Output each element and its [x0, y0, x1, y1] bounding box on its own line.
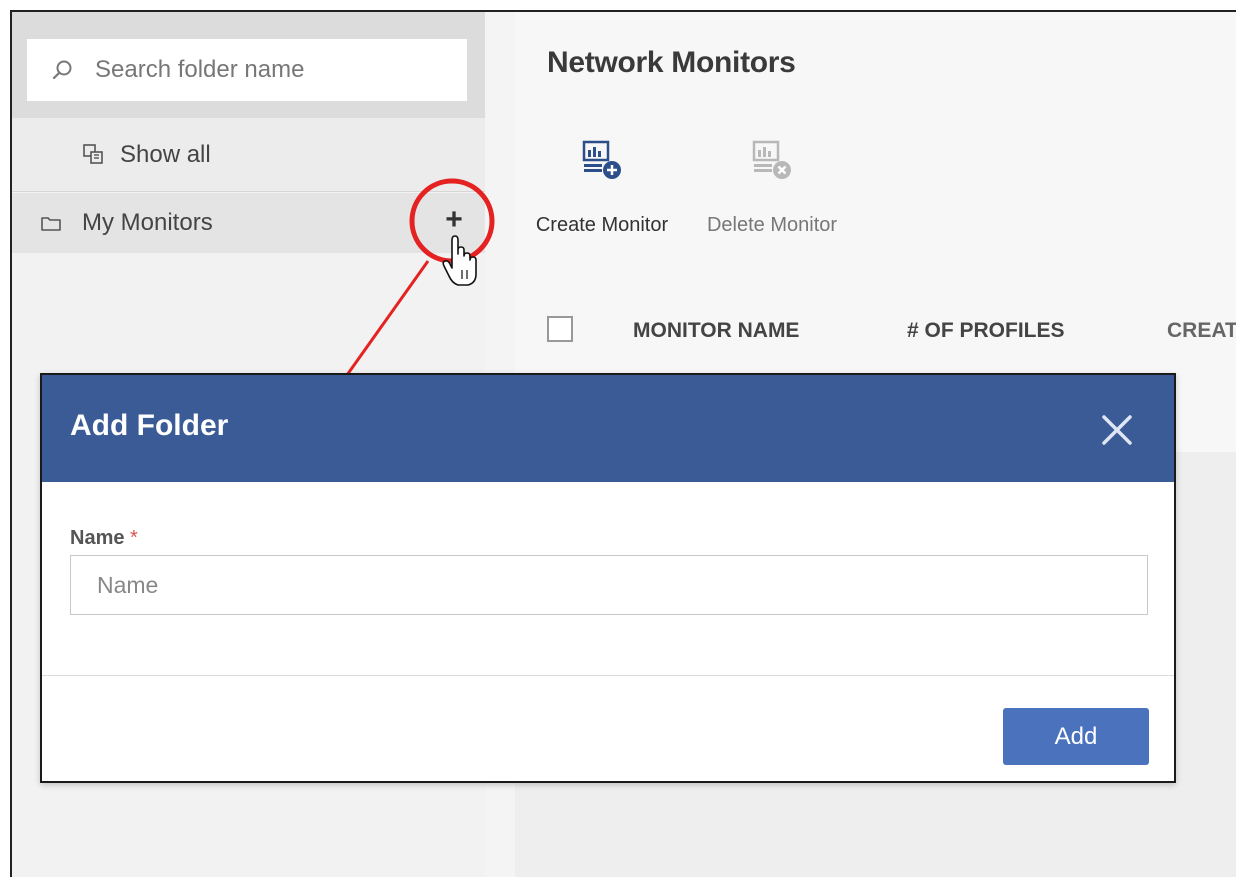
add-folder-button[interactable]: +	[439, 205, 469, 235]
delete-monitor-icon	[752, 140, 791, 179]
search-box[interactable]	[27, 39, 467, 101]
plus-icon: +	[445, 203, 463, 236]
delete-monitor-button[interactable]: Delete Monitor	[699, 138, 845, 237]
column-monitor-name[interactable]: MONITOR NAME	[633, 319, 799, 343]
create-monitor-button[interactable]: Create Monitor	[529, 138, 675, 237]
name-field-label: Name *	[70, 527, 138, 550]
folder-name-input[interactable]	[70, 555, 1148, 615]
close-icon	[1102, 415, 1132, 445]
select-all-checkbox[interactable]	[547, 316, 573, 342]
dialog-header: Add Folder	[42, 375, 1174, 482]
page-title: Network Monitors	[547, 46, 796, 79]
show-all-label: Show all	[120, 140, 211, 168]
folder-item-my-monitors[interactable]: My Monitors	[12, 193, 485, 253]
dialog-divider	[42, 675, 1174, 676]
name-label-text: Name	[70, 527, 125, 549]
close-button[interactable]	[1100, 413, 1134, 447]
column-created[interactable]: CREAT	[1167, 319, 1236, 343]
search-input[interactable]	[95, 56, 455, 84]
create-monitor-label: Create Monitor	[535, 214, 669, 236]
delete-monitor-label: Delete Monitor	[706, 214, 838, 236]
search-icon	[51, 57, 77, 83]
create-monitor-icon	[582, 140, 621, 179]
search-area	[12, 12, 485, 118]
table-header: MONITOR NAME # OF PROFILES CREAT	[515, 304, 1236, 354]
folder-icon	[40, 213, 64, 233]
required-marker: *	[130, 527, 138, 549]
show-all-item[interactable]: Show all	[12, 118, 485, 192]
add-button[interactable]: Add	[1003, 708, 1149, 765]
show-all-icon	[82, 142, 108, 168]
folder-label: My Monitors	[82, 209, 213, 236]
add-folder-dialog: Add Folder Name * Add	[40, 373, 1176, 783]
dialog-title: Add Folder	[70, 409, 229, 442]
column-profiles[interactable]: # OF PROFILES	[907, 319, 1065, 343]
